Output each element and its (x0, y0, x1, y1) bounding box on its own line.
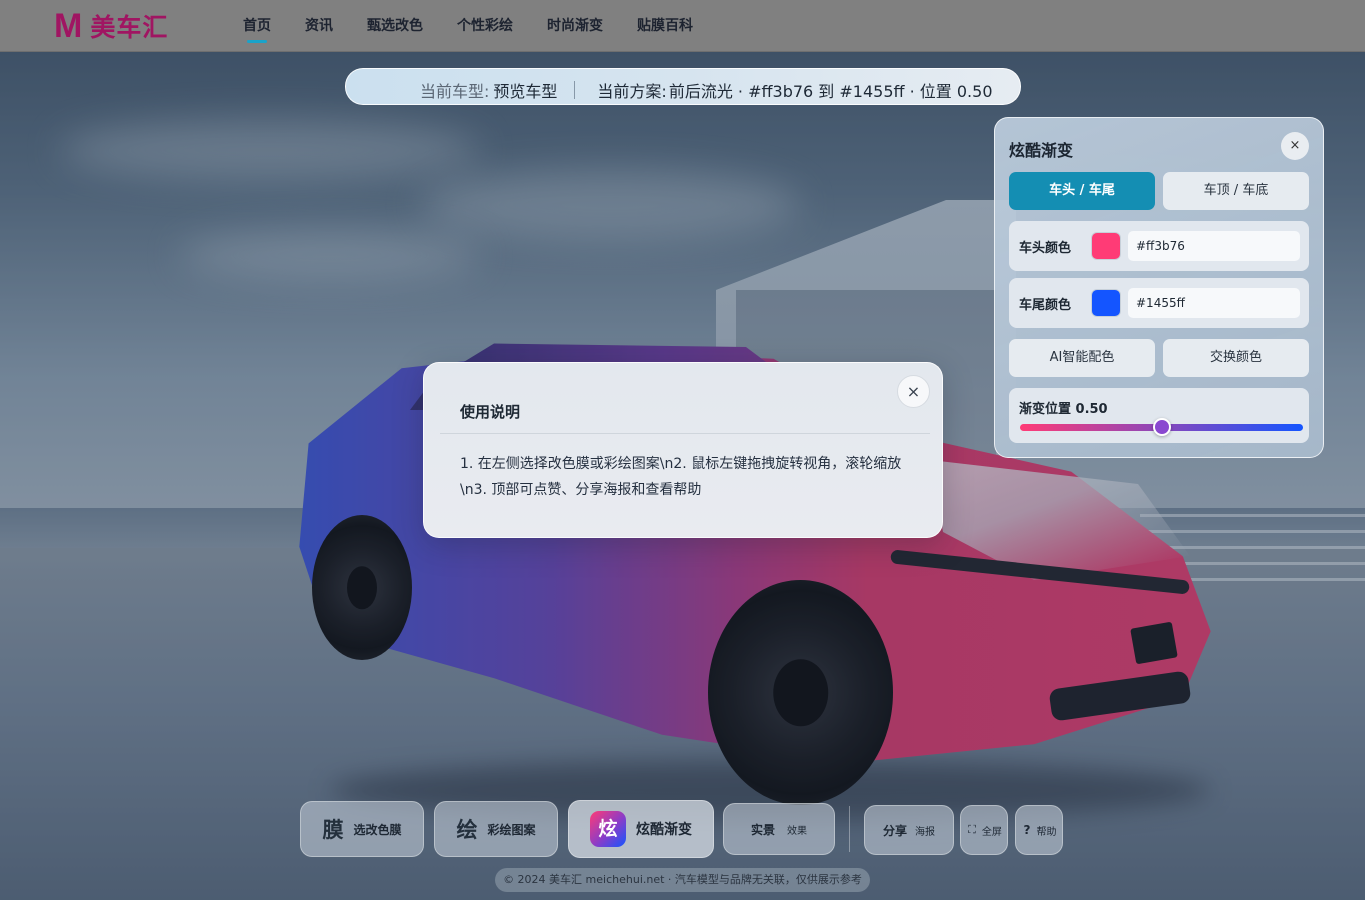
real-scene-label: 实景 (750, 822, 775, 837)
share-label: 分享 (882, 823, 907, 838)
gradient-position-control: 渐变位置 0.50 (1009, 388, 1309, 443)
nav-item-custom-paint[interactable]: 个性彩绘 (440, 0, 530, 52)
help-modal-title: 使用说明 (460, 403, 521, 421)
logo-text: 美车汇 (90, 12, 169, 42)
gradient-actions: AI智能配色 交换颜色 (1009, 339, 1309, 377)
gradient-position-label: 渐变位置 0.50 (1019, 402, 1108, 417)
share-poster-button[interactable]: 分享 海报 (864, 805, 954, 855)
current-scheme-value: 前后流光 · #ff3b76 到 #1455ff · 位置 0.50 (668, 81, 993, 101)
tab-top-bottom[interactable]: 车顶 / 车底 (1163, 172, 1309, 210)
paint-icon: 绘 (456, 818, 478, 842)
gradient-button[interactable]: 炫 炫酷渐变 (568, 800, 714, 858)
footer-copyright: © 2024 美车汇 meichehui.net · 汽车模型与品牌无关联，仅供… (495, 868, 870, 892)
help-modal-divider (440, 433, 930, 434)
nav-item-news[interactable]: 资讯 (288, 0, 350, 52)
dock-divider (849, 806, 850, 852)
help-modal: 使用说明 × 1. 在左侧选择改色膜或彩绘图案\n2. 鼠标左键拖拽旋转视角，滚… (423, 362, 943, 538)
gradient-position-slider-thumb[interactable] (1152, 418, 1171, 436)
nav-item-gradient[interactable]: 时尚渐变 (530, 0, 620, 52)
fullscreen-icon: ⛶ (968, 823, 976, 836)
rear-color-label: 车尾颜色 (1019, 297, 1072, 313)
rear-color-hex-input[interactable] (1128, 288, 1300, 318)
front-color-label: 车头颜色 (1019, 240, 1072, 256)
nav-item-home[interactable]: 首页 (226, 0, 288, 52)
front-color-swatch[interactable] (1091, 232, 1121, 260)
front-color-row: 车头颜色 (1009, 221, 1309, 271)
logo-mark: M (54, 6, 83, 45)
current-car-value: 预览车型 (493, 81, 558, 101)
status-divider (574, 80, 576, 99)
top-navbar: M 美车汇 首页 资讯 甄选改色 个性彩绘 时尚渐变 贴膜百科 (0, 0, 1365, 52)
brand-logo[interactable]: M 美车汇 (54, 8, 200, 44)
fullscreen-label: 全屏 (981, 826, 1002, 838)
fullscreen-button[interactable]: ⛶ 全屏 (960, 805, 1008, 855)
rear-color-swatch[interactable] (1091, 289, 1121, 317)
film-select-button[interactable]: 膜 选改色膜 (300, 801, 424, 857)
help-icon: ? (1023, 823, 1031, 837)
ai-color-button[interactable]: AI智能配色 (1009, 339, 1155, 377)
front-color-hex-input[interactable] (1128, 231, 1300, 261)
gradient-panel: 炫酷渐变 × 车头 / 车尾 车顶 / 车底 车头颜色 车尾颜色 AI智能配色 … (994, 117, 1324, 458)
gradient-panel-title: 炫酷渐变 (1009, 141, 1074, 160)
gradient-mode-tabs: 车头 / 车尾 车顶 / 车底 (1009, 172, 1309, 210)
rear-color-row: 车尾颜色 (1009, 278, 1309, 328)
current-scheme-label: 当前方案: (597, 81, 667, 101)
tab-front-rear[interactable]: 车头 / 车尾 (1009, 172, 1155, 210)
film-icon: 膜 (322, 818, 344, 842)
gradient-button-label: 炫酷渐变 (636, 822, 692, 838)
help-label: 帮助 (1036, 826, 1057, 838)
current-status-bar: 当前车型: 预览车型 当前方案: 前后流光 · #ff3b76 到 #1455f… (345, 68, 1021, 105)
nav-item-film-wiki[interactable]: 贴膜百科 (620, 0, 710, 52)
swap-colors-button[interactable]: 交换颜色 (1163, 339, 1309, 377)
paint-pattern-button[interactable]: 绘 彩绘图案 (434, 801, 558, 857)
help-button[interactable]: ? 帮助 (1015, 805, 1063, 855)
help-modal-body: 1. 在左侧选择改色膜或彩绘图案\n2. 鼠标左键拖拽旋转视角，滚轮缩放\n3.… (460, 456, 902, 498)
nav-item-color-change[interactable]: 甄选改色 (350, 0, 440, 52)
help-modal-close-button[interactable]: × (897, 375, 930, 408)
paint-pattern-label: 彩绘图案 (487, 822, 536, 837)
real-scene-sub: 效果 (787, 825, 807, 837)
gradient-icon: 炫 (590, 811, 626, 847)
film-select-label: 选改色膜 (353, 822, 402, 837)
real-scene-button[interactable]: 实景 效果 (723, 803, 835, 855)
nav-menu: 首页 资讯 甄选改色 个性彩绘 时尚渐变 贴膜百科 (226, 0, 710, 52)
share-sub: 海报 (915, 826, 935, 838)
gradient-panel-close-button[interactable]: × (1281, 132, 1309, 160)
current-car-label: 当前车型: (420, 81, 490, 101)
